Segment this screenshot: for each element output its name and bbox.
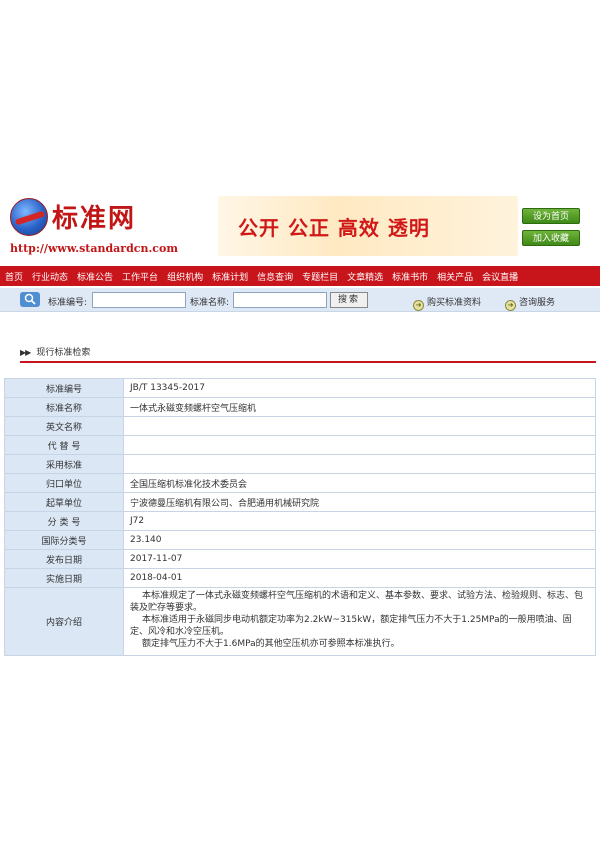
field-value: 2018-04-01 (123, 568, 596, 588)
consult-service-link[interactable]: ➜ 咨询服务 (505, 295, 555, 311)
search-button[interactable]: 搜索 (330, 292, 368, 308)
intro-paragraph: 本标准适用于永磁同步电动机额定功率为2.2kW~315kW，额定排气压力不大于1… (130, 615, 572, 637)
intro-content: 本标准规定了一体式永磁变频螺杆空气压缩机的术语和定义、基本参数、要求、试验方法、… (123, 587, 596, 656)
table-row: 英文名称 (4, 416, 596, 436)
arrow-right-icon: ➜ (505, 300, 516, 311)
nav-item-industry-news[interactable]: 行业动态 (32, 270, 68, 283)
consult-service-label: 咨询服务 (519, 298, 556, 308)
arrow-right-icon: ➜ (413, 300, 424, 311)
site-header: 标准网 http://www.standardcn.com 公开 公正 高效 透… (4, 192, 596, 260)
table-row: 采用标准 (4, 454, 596, 474)
field-label: 归口单位 (4, 473, 124, 493)
field-label: 起草单位 (4, 492, 124, 512)
table-row: 国际分类号 23.140 (4, 530, 596, 550)
table-row: 发布日期 2017-11-07 (4, 549, 596, 569)
buy-standards-label: 购买标准资料 (427, 298, 482, 308)
nav-item-info-query[interactable]: 信息查询 (257, 270, 293, 283)
field-value: 2017-11-07 (123, 549, 596, 569)
field-label: 标准名称 (4, 397, 124, 417)
nav-item-standard-plans[interactable]: 标准计划 (212, 270, 248, 283)
nav-item-organizations[interactable]: 组织机构 (167, 270, 203, 283)
table-row: 实施日期 2018-04-01 (4, 568, 596, 588)
field-label: 发布日期 (4, 549, 124, 569)
std-name-input[interactable] (233, 292, 327, 308)
table-row-intro: 内容介绍 本标准规定了一体式永磁变频螺杆空气压缩机的术语和定义、基本参数、要求、… (4, 587, 596, 656)
field-value: 23.140 (123, 530, 596, 550)
nav-item-special-topics[interactable]: 专题栏目 (302, 270, 338, 283)
field-value: 全国压缩机标准化技术委员会 (123, 473, 596, 493)
table-row: 代 替 号 (4, 435, 596, 455)
field-value: 宁波德曼压缩机有限公司、合肥通用机械研究院 (123, 492, 596, 512)
table-row: 起草单位 宁波德曼压缩机有限公司、合肥通用机械研究院 (4, 492, 596, 512)
nav-item-articles[interactable]: 文章精选 (347, 270, 383, 283)
site-logo[interactable]: 标准网 http://www.standardcn.com (4, 192, 204, 260)
field-label: 英文名称 (4, 416, 124, 436)
search-bar: 标准编号: 标准名称: 搜索 ➜ 购买标准资料 ➜ 咨询服务 (0, 288, 600, 312)
section-breadcrumb: ▶▶ 现行标准检索 (20, 345, 596, 363)
field-label: 分 类 号 (4, 511, 124, 531)
std-no-input[interactable] (92, 292, 186, 308)
standard-record-table: 标准编号 JB/T 13345-2017 标准名称 一体式永磁变频螺杆空气压缩机 英… (4, 378, 596, 656)
nav-item-work-platform[interactable]: 工作平台 (122, 270, 158, 283)
main-nav: 首页 行业动态 标准公告 工作平台 组织机构 标准计划 信息查询 专题栏目 文章… (0, 266, 600, 286)
field-value: 一体式永磁变频螺杆空气压缩机 (123, 397, 596, 417)
field-value (123, 416, 596, 436)
table-row: 归口单位 全国压缩机标准化技术委员会 (4, 473, 596, 493)
buy-standards-link[interactable]: ➜ 购买标准资料 (413, 295, 481, 311)
nav-item-announcements[interactable]: 标准公告 (77, 270, 113, 283)
field-value: JB/T 13345-2017 (123, 378, 596, 398)
section-title: 现行标准检索 (36, 348, 91, 358)
add-favorite-button[interactable]: 加入收藏 (522, 230, 580, 246)
nav-item-products[interactable]: 相关产品 (437, 270, 473, 283)
intro-paragraph: 额定排气压力不大于1.6MPa的其他空压机亦可参照本标准执行。 (142, 639, 400, 649)
nav-item-home[interactable]: 首页 (5, 270, 23, 283)
slogan-text: 公开 公正 高效 透明 (238, 216, 430, 240)
logo-url: http://www.standardcn.com (10, 242, 178, 255)
nav-item-bookstore[interactable]: 标准书市 (392, 270, 428, 283)
table-row: 标准编号 JB/T 13345-2017 (4, 378, 596, 398)
nav-item-live[interactable]: 会议直播 (482, 270, 518, 283)
intro-paragraph: 本标准规定了一体式永磁变频螺杆空气压缩机的术语和定义、基本参数、要求、试验方法、… (130, 591, 584, 613)
field-label: 实施日期 (4, 568, 124, 588)
field-label: 国际分类号 (4, 530, 124, 550)
table-row: 分 类 号 J72 (4, 511, 596, 531)
field-value (123, 435, 596, 455)
field-value: J72 (123, 511, 596, 531)
double-arrow-icon: ▶▶ (20, 348, 31, 357)
std-no-label: 标准编号: (48, 298, 88, 308)
field-label: 采用标准 (4, 454, 124, 474)
logo-text: 标准网 (52, 204, 137, 234)
table-row: 标准名称 一体式永磁变频螺杆空气压缩机 (4, 397, 596, 417)
field-label: 代 替 号 (4, 435, 124, 455)
globe-icon (10, 198, 48, 236)
slogan-banner: 公开 公正 高效 透明 (218, 196, 518, 256)
intro-label: 内容介绍 (4, 587, 124, 656)
std-name-label: 标准名称: (190, 298, 230, 308)
magnifier-icon (20, 292, 40, 307)
set-home-button[interactable]: 设为首页 (522, 208, 580, 224)
field-value (123, 454, 596, 474)
field-label: 标准编号 (4, 378, 124, 398)
